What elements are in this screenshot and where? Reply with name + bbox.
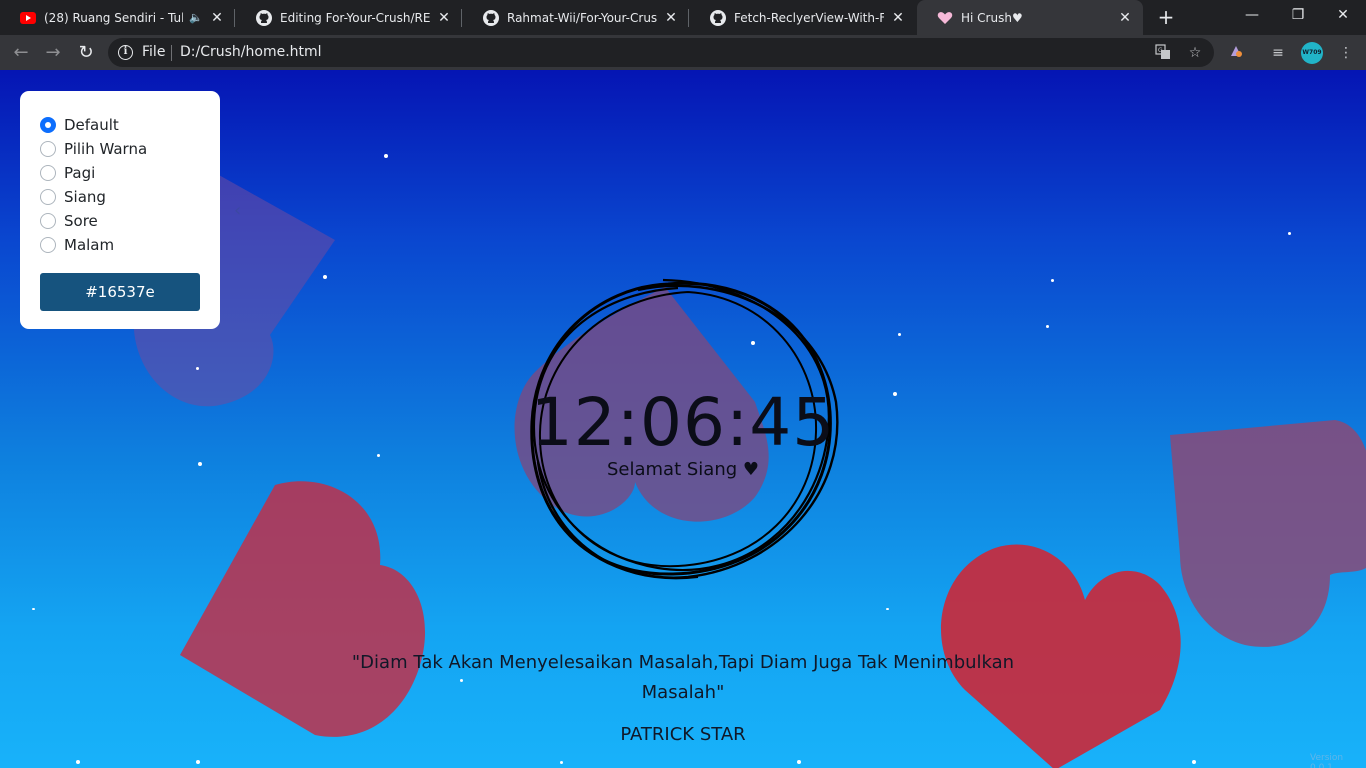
radio-label: Siang bbox=[64, 188, 106, 206]
svg-text:G: G bbox=[1158, 47, 1163, 54]
tab-title: Hi Crush♥ bbox=[961, 10, 1023, 25]
page-viewport: ‹ Default Pilih Warna Pagi Siang Sore Ma… bbox=[0, 70, 1366, 768]
star-dot bbox=[196, 367, 199, 370]
browser-tab[interactable]: Rahmat-Wii/For-Your-Crush ✕ bbox=[463, 0, 689, 35]
tab-separator bbox=[461, 9, 462, 27]
browser-toolbar: ← → ↻ i File D:/Crush/home.html G ☆ ≡ W7… bbox=[0, 35, 1366, 70]
close-tab-icon[interactable]: ✕ bbox=[209, 10, 225, 26]
radio-label: Default bbox=[64, 116, 119, 134]
star-dot bbox=[893, 392, 897, 396]
radio-button[interactable] bbox=[40, 165, 56, 181]
tab-separator bbox=[688, 9, 689, 27]
browser-tab[interactable]: Fetch-ReclyerView-With-Format ✕ bbox=[690, 0, 916, 35]
browser-tab[interactable]: (28) Ruang Sendiri - Tulus 🔈 ✕ bbox=[0, 0, 235, 35]
radio-button[interactable] bbox=[40, 117, 56, 133]
radio-label: Malam bbox=[64, 236, 115, 254]
star-dot bbox=[1051, 279, 1054, 282]
star-dot bbox=[323, 275, 327, 279]
tab-title: Fetch-ReclyerView-With-Format bbox=[734, 10, 884, 25]
radio-label: Sore bbox=[64, 212, 98, 230]
color-picker-button[interactable]: #16537e bbox=[40, 273, 200, 311]
omnibox-divider bbox=[171, 45, 172, 61]
info-icon[interactable]: i bbox=[118, 45, 133, 60]
youtube-icon bbox=[20, 10, 36, 26]
quote-text: "Diam Tak Akan Menyelesaikan Masalah,Tap… bbox=[351, 652, 1015, 703]
close-tab-icon[interactable]: ✕ bbox=[436, 10, 452, 26]
bookmark-star-icon[interactable]: ☆ bbox=[1186, 44, 1204, 62]
translate-icon[interactable]: G bbox=[1154, 44, 1172, 62]
tab-title: (28) Ruang Sendiri - Tulus bbox=[44, 10, 184, 25]
star-dot bbox=[76, 760, 80, 764]
profile-avatar[interactable]: W709 bbox=[1301, 42, 1323, 64]
star-dot bbox=[1288, 232, 1291, 235]
tab-separator bbox=[234, 9, 235, 27]
star-dot bbox=[384, 154, 388, 158]
radio-label: Pagi bbox=[64, 164, 96, 182]
radio-button[interactable] bbox=[40, 213, 56, 229]
close-window-button[interactable]: ✕ bbox=[1320, 0, 1366, 30]
star-dot bbox=[1192, 760, 1196, 764]
floating-heart bbox=[180, 481, 426, 737]
extension-icon[interactable] bbox=[1226, 43, 1246, 63]
media-playlist-icon[interactable]: ≡ bbox=[1268, 43, 1288, 63]
clock-time: 12:06:45 bbox=[530, 384, 836, 461]
menu-kebab-icon[interactable]: ⋮ bbox=[1336, 43, 1356, 63]
close-tab-icon[interactable]: ✕ bbox=[890, 10, 906, 26]
floating-heart bbox=[1170, 420, 1366, 647]
tab-title: Rahmat-Wii/For-Your-Crush bbox=[507, 10, 657, 25]
back-button[interactable]: ← bbox=[8, 40, 34, 66]
radio-option-siang[interactable]: Siang bbox=[40, 185, 200, 209]
github-icon bbox=[256, 9, 272, 26]
speaker-icon[interactable]: 🔈 bbox=[189, 11, 203, 24]
heart-icon bbox=[937, 10, 953, 26]
browser-tab[interactable]: Editing For-Your-Crush/README ✕ bbox=[236, 0, 462, 35]
minimize-button[interactable]: — bbox=[1229, 0, 1275, 30]
chevron-left-icon[interactable]: ‹ bbox=[234, 200, 241, 221]
github-icon bbox=[483, 9, 499, 26]
radio-button[interactable] bbox=[40, 237, 56, 253]
forward-button[interactable]: → bbox=[40, 40, 66, 66]
maximize-button[interactable]: ❐ bbox=[1275, 0, 1321, 30]
theme-settings-card: Default Pilih Warna Pagi Siang Sore Mala… bbox=[20, 91, 220, 329]
star-dot bbox=[560, 761, 563, 764]
star-dot bbox=[1046, 325, 1049, 328]
address-bar[interactable]: i File D:/Crush/home.html G ☆ bbox=[108, 38, 1214, 67]
radio-option-sore[interactable]: Sore bbox=[40, 209, 200, 233]
browser-tab-active[interactable]: Hi Crush♥ ✕ bbox=[917, 0, 1143, 35]
radio-option-default[interactable]: Default bbox=[40, 113, 200, 137]
star-dot bbox=[898, 333, 901, 336]
radio-option-pagi[interactable]: Pagi bbox=[40, 161, 200, 185]
star-dot bbox=[32, 608, 35, 610]
radio-option-malam[interactable]: Malam bbox=[40, 233, 200, 257]
star-dot bbox=[377, 454, 380, 457]
star-dot bbox=[198, 462, 202, 466]
radio-label: Pilih Warna bbox=[64, 140, 148, 158]
scheme-label: File bbox=[142, 44, 166, 60]
close-tab-icon[interactable]: ✕ bbox=[1117, 10, 1133, 26]
tab-title: Editing For-Your-Crush/README bbox=[280, 10, 430, 25]
url-text[interactable]: D:/Crush/home.html bbox=[180, 44, 322, 60]
radio-option-pilih-warna[interactable]: Pilih Warna bbox=[40, 137, 200, 161]
reload-button[interactable]: ↻ bbox=[73, 40, 99, 66]
greeting-text: Selamat Siang ♥ bbox=[606, 459, 760, 480]
new-tab-button[interactable]: + bbox=[1155, 6, 1177, 28]
star-dot bbox=[196, 760, 200, 764]
star-dot bbox=[797, 760, 801, 764]
quote-author: PATRICK STAR bbox=[620, 724, 746, 745]
close-tab-icon[interactable]: ✕ bbox=[663, 10, 679, 26]
star-dot bbox=[886, 608, 889, 610]
version-label: Version 0.0.1 bbox=[1310, 753, 1344, 768]
radio-button[interactable] bbox=[40, 141, 56, 157]
github-icon bbox=[710, 9, 726, 26]
browser-tab-strip: (28) Ruang Sendiri - Tulus 🔈 ✕ Editing F… bbox=[0, 0, 1366, 35]
radio-button[interactable] bbox=[40, 189, 56, 205]
